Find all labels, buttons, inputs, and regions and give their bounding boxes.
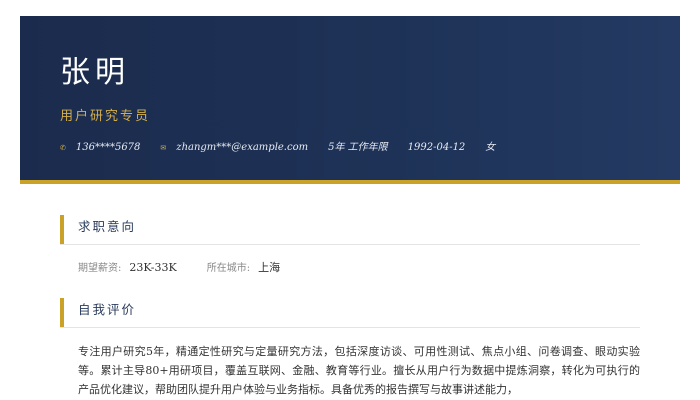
section-title-intention: 求职意向 [78, 219, 137, 234]
section-accent-bar [60, 298, 64, 327]
self-evaluation-text: 专注用户研究5年，精通定性研究与定量研究方法，包括深度访谈、可用性测试、焦点小组… [78, 345, 640, 396]
experience-years: 5年 工作年限 [328, 142, 388, 153]
contact-gender: 女 [485, 143, 495, 153]
email-address[interactable]: zhangm***@example.com [176, 143, 308, 153]
phone-icon: ✆ [60, 143, 66, 152]
contact-phone: ✆ 136****5678 [60, 143, 140, 153]
section-accent-bar [60, 215, 64, 244]
section-title-self-evaluation: 自我评价 [78, 302, 137, 317]
mail-icon: ✉ [160, 143, 167, 152]
resume-page: 张明 用户研究专员 ✆ 136****5678 ✉ zhangm***@exam… [20, 16, 680, 400]
job-title: 用户研究专员 [60, 109, 151, 124]
contact-row: ✆ 136****5678 ✉ zhangm***@example.com 5年… [60, 143, 515, 153]
phone-number: 136****5678 [75, 142, 141, 153]
birthdate: 1992-04-12 [407, 142, 466, 153]
gender: 女 [485, 142, 496, 153]
contact-birthdate: 1992-04-12 [408, 143, 466, 153]
job-intention-row: 期望薪资: 23K-33K 所在城市: 上海 [78, 262, 310, 274]
salary-value: 23K-33K [129, 261, 177, 274]
city-label: 所在城市: [206, 263, 251, 274]
resume-header: 张明 用户研究专员 ✆ 136****5678 ✉ zhangm***@exam… [20, 16, 680, 184]
city-value: 上海 [258, 261, 281, 274]
contact-email: ✉ zhangm***@example.com [160, 143, 308, 153]
section-header-intention: 求职意向 [60, 215, 640, 245]
contact-experience: 5年 工作年限 [328, 143, 388, 153]
salary-label: 期望薪资: [78, 263, 122, 274]
candidate-name: 张明 [60, 55, 130, 90]
section-header-self-evaluation: 自我评价 [60, 298, 640, 328]
